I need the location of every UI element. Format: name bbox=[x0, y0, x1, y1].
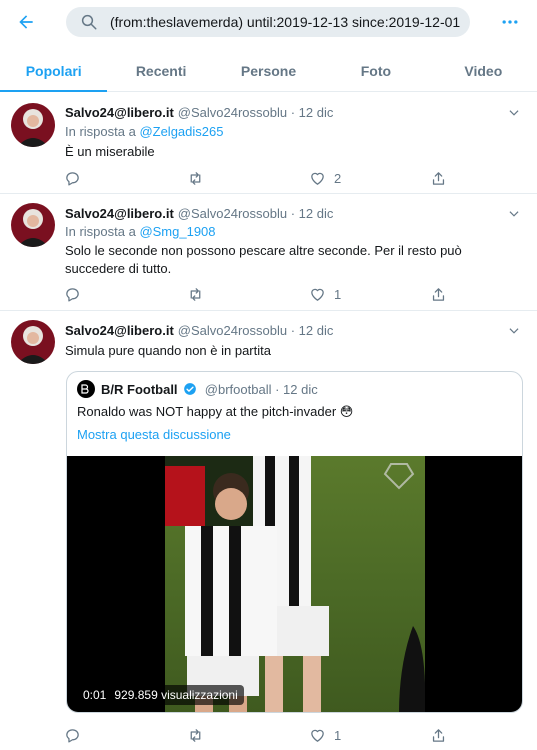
tweet-text: Simula pure quando non è in partita bbox=[65, 343, 271, 358]
share-button[interactable] bbox=[430, 723, 447, 747]
share-button[interactable] bbox=[430, 282, 447, 306]
search-tabs: Popolari Recenti Persone Foto Video bbox=[0, 50, 537, 92]
share-button[interactable] bbox=[430, 166, 447, 190]
retweet-icon bbox=[190, 728, 201, 742]
like-button[interactable]: 2 bbox=[309, 166, 341, 190]
tab-persone[interactable]: Persone bbox=[215, 50, 322, 91]
more-options-button[interactable] bbox=[498, 10, 522, 34]
br-football-logo bbox=[77, 380, 95, 398]
chevron-down-icon[interactable] bbox=[507, 106, 521, 120]
like-count: 1 bbox=[334, 286, 342, 302]
search-box bbox=[66, 7, 470, 37]
like-button[interactable]: 1 bbox=[309, 723, 341, 747]
reply-prefix: In risposta a bbox=[65, 124, 140, 139]
tab-foto[interactable]: Foto bbox=[322, 50, 429, 91]
back-arrow-icon bbox=[19, 15, 33, 29]
video-frame bbox=[165, 456, 425, 712]
reply-icon bbox=[66, 728, 79, 743]
chevron-down-icon[interactable] bbox=[507, 324, 521, 338]
reply-context: In risposta a @Smg_1908 bbox=[65, 224, 216, 239]
reply-icon bbox=[66, 171, 79, 186]
retweet-button[interactable] bbox=[187, 282, 204, 306]
retweet-button[interactable] bbox=[187, 166, 204, 190]
tab-recenti[interactable]: Recenti bbox=[107, 50, 214, 91]
back-button[interactable] bbox=[14, 10, 38, 34]
user-handle-date: @Salvo24rossoblu · 12 dic bbox=[177, 323, 334, 338]
video-time: 0:01 bbox=[83, 688, 107, 702]
retweet-icon bbox=[190, 171, 201, 185]
tweet-actions: 1 bbox=[56, 282, 456, 306]
quoted-tweet[interactable]: B/R Football @brfootball · 12 dic Ronald… bbox=[66, 371, 523, 713]
more-icon bbox=[502, 20, 518, 24]
retweet-icon bbox=[190, 287, 201, 301]
tweet-text: Solo le seconde non possono pescare altr… bbox=[65, 243, 462, 276]
quoted-user-name[interactable]: B/R Football bbox=[101, 382, 178, 397]
like-button[interactable]: 1 bbox=[309, 282, 341, 306]
tweet-actions: 2 bbox=[56, 166, 456, 190]
tweet-text: È un miserabile bbox=[65, 144, 155, 159]
quoted-user-handle-date: @brfootball · 12 dic bbox=[204, 382, 318, 397]
reply-icon bbox=[66, 287, 79, 302]
user-name[interactable]: Salvo24@libero.it bbox=[65, 105, 174, 120]
reply-prefix: In risposta a bbox=[65, 224, 140, 239]
share-icon bbox=[432, 728, 445, 742]
user-name[interactable]: Salvo24@libero.it bbox=[65, 323, 174, 338]
heart-icon bbox=[311, 172, 324, 185]
heart-icon bbox=[311, 729, 324, 742]
top-bar bbox=[0, 0, 537, 44]
search-input[interactable] bbox=[110, 12, 460, 32]
avatar[interactable] bbox=[11, 320, 55, 364]
quoted-tweet-text: Ronaldo was NOT happy at the pitch-invad… bbox=[77, 404, 354, 419]
tweet-actions: 1 bbox=[56, 723, 456, 747]
video-info-badge: 0:01 929.859 visualizzazioni bbox=[77, 685, 244, 705]
user-handle-date: @Salvo24rossoblu · 12 dic bbox=[177, 206, 334, 221]
show-thread-link[interactable]: Mostra questa discussione bbox=[77, 427, 231, 442]
tweet[interactable]: Salvo24@libero.it @Salvo24rossoblu · 12 d… bbox=[0, 194, 537, 311]
video-player[interactable]: 0:01 929.859 visualizzazioni bbox=[67, 456, 522, 712]
retweet-button[interactable] bbox=[187, 723, 204, 747]
chevron-down-icon[interactable] bbox=[507, 207, 521, 221]
share-icon bbox=[432, 287, 445, 301]
reply-button[interactable] bbox=[64, 282, 81, 306]
user-handle-date: @Salvo24rossoblu · 12 dic bbox=[177, 105, 334, 120]
verified-badge-icon bbox=[184, 383, 197, 395]
avatar[interactable] bbox=[11, 203, 55, 247]
reply-to-link[interactable]: @Zelgadis265 bbox=[139, 124, 223, 139]
tab-popolari[interactable]: Popolari bbox=[0, 50, 108, 92]
heart-icon bbox=[311, 288, 324, 301]
reply-context: In risposta a @Zelgadis265 bbox=[65, 124, 223, 139]
tab-video[interactable]: Video bbox=[430, 50, 537, 91]
video-views: 929.859 visualizzazioni bbox=[114, 688, 238, 702]
reply-button[interactable] bbox=[64, 166, 81, 190]
share-icon bbox=[432, 171, 445, 185]
avatar[interactable] bbox=[11, 103, 55, 147]
reply-button[interactable] bbox=[64, 723, 81, 747]
user-name[interactable]: Salvo24@libero.it bbox=[65, 206, 174, 221]
search-icon bbox=[81, 14, 97, 30]
tweet[interactable]: Salvo24@libero.it @Salvo24rossoblu · 12 d… bbox=[0, 93, 537, 194]
reply-to-link[interactable]: @Smg_1908 bbox=[139, 224, 215, 239]
like-count: 1 bbox=[334, 727, 342, 743]
like-count: 2 bbox=[334, 170, 342, 186]
